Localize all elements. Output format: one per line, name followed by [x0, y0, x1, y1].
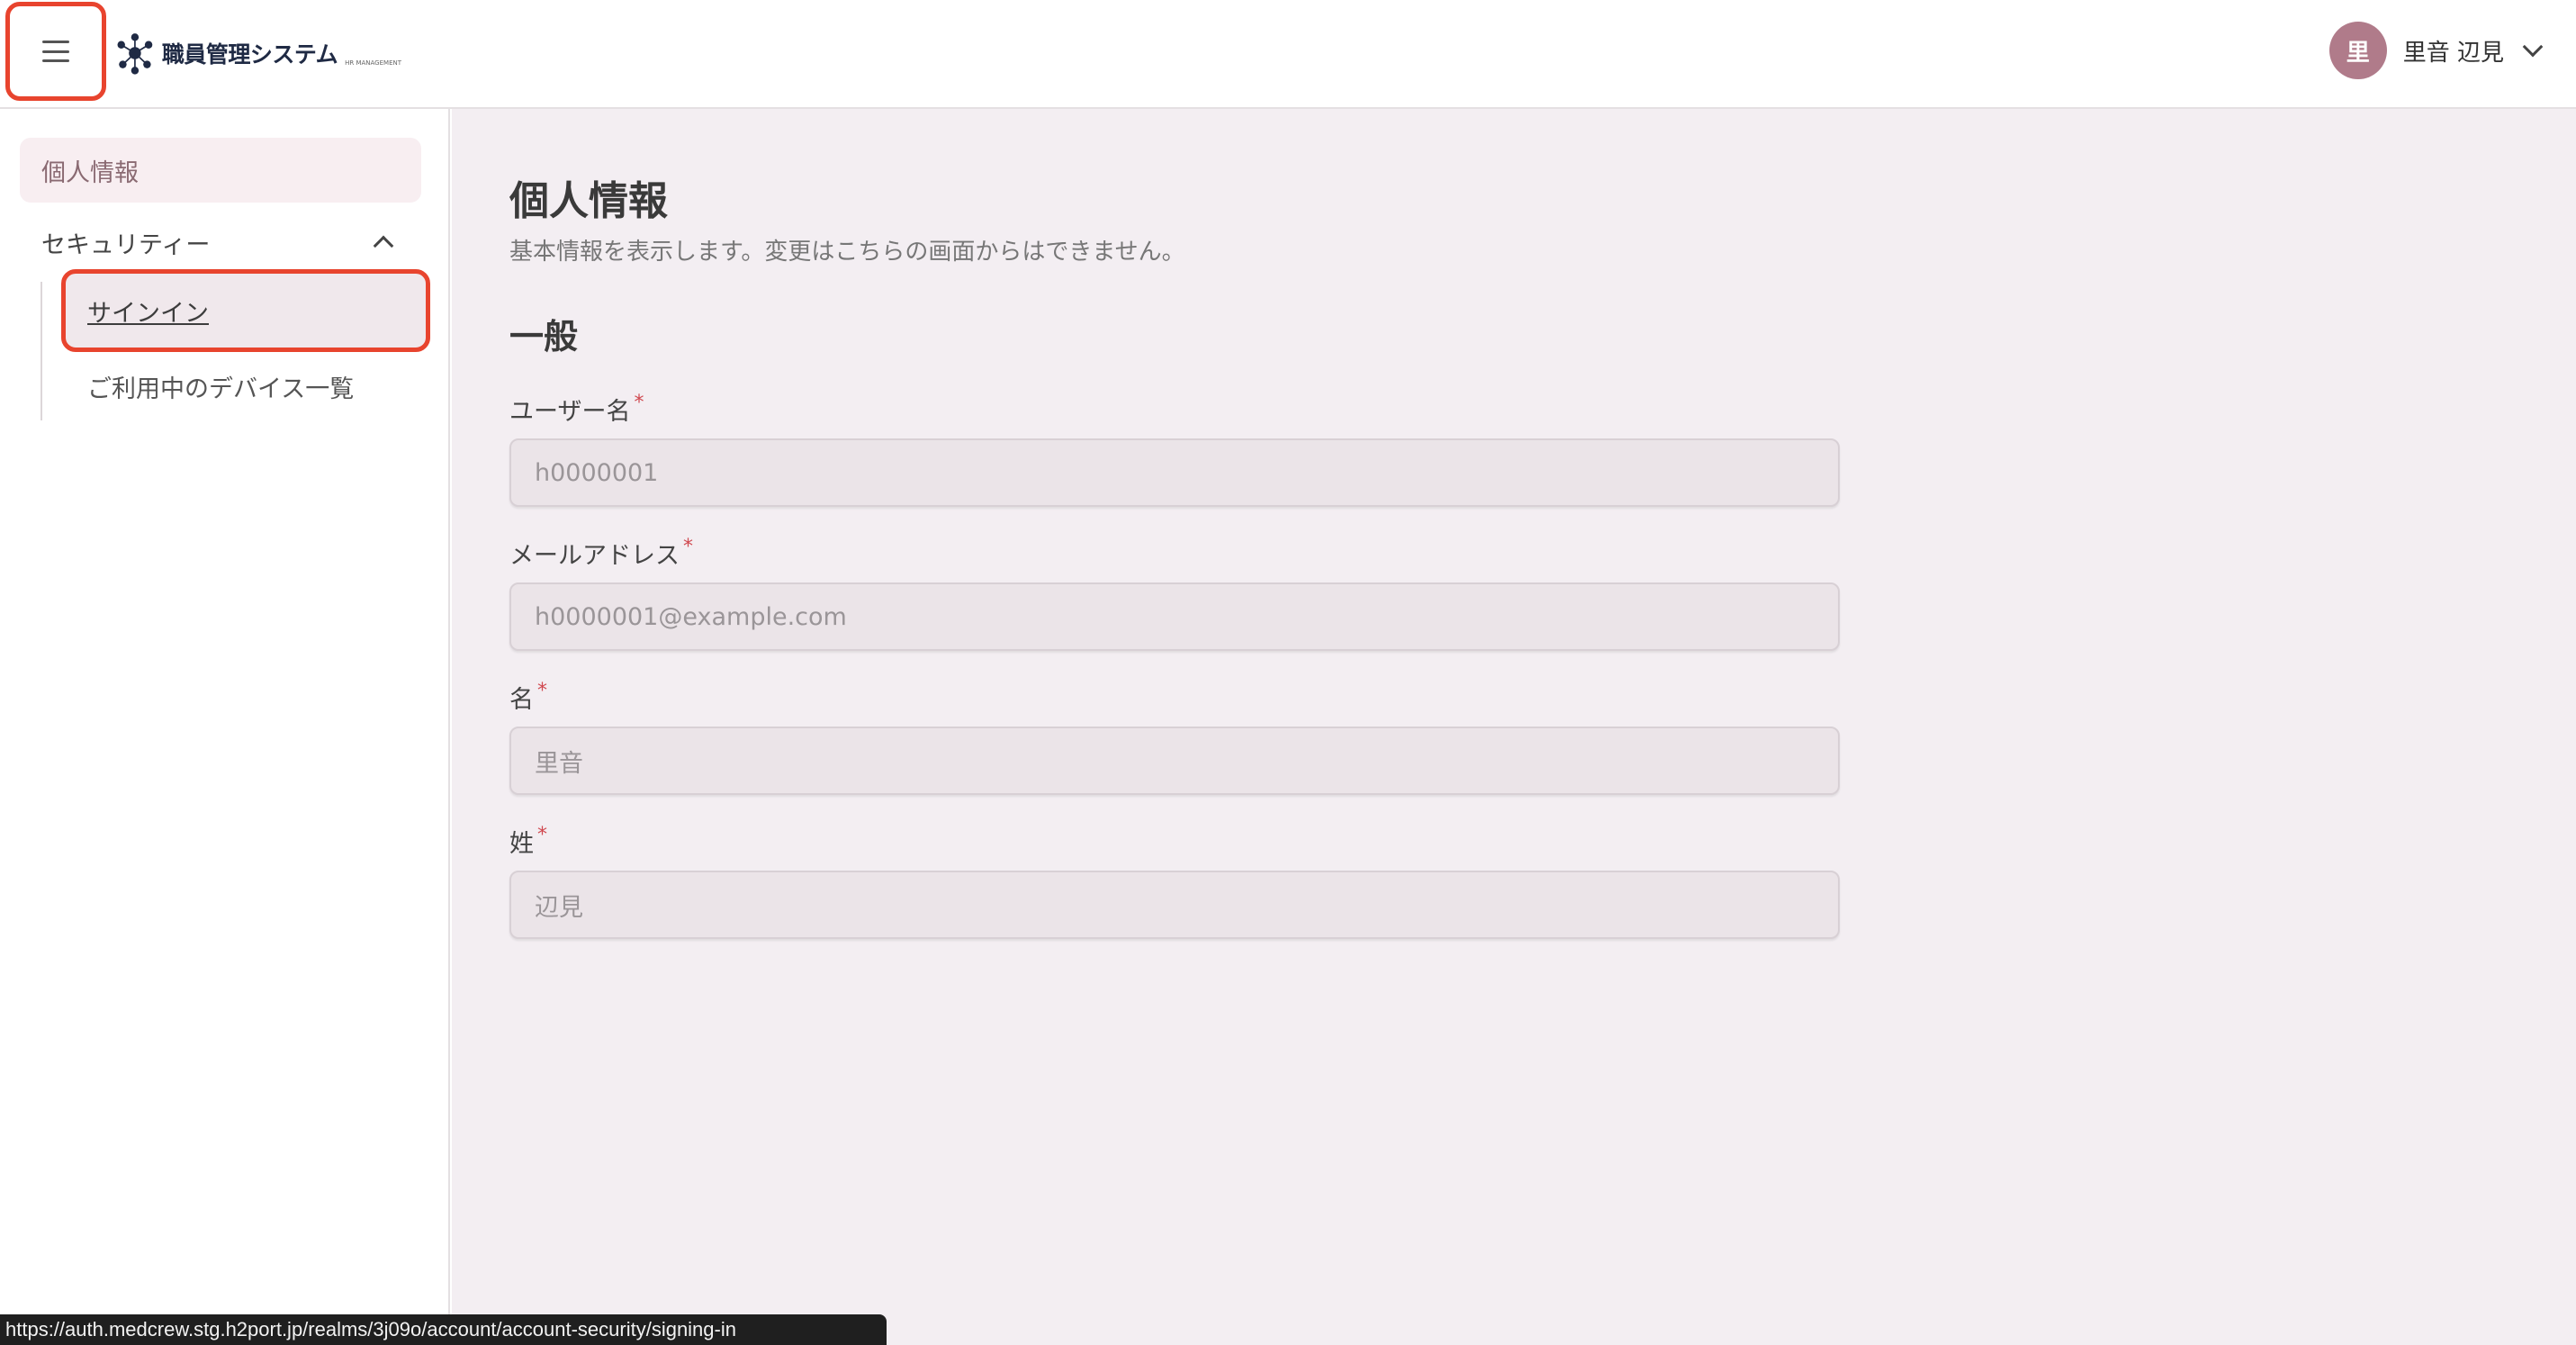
- required-mark: *: [537, 680, 547, 702]
- username-label: ユーザー名 *: [509, 392, 644, 427]
- first-name-field[interactable]: [509, 727, 1840, 795]
- chevron-up-icon: [373, 235, 394, 257]
- top-header: 職員管理システム HR MANAGEMENT 里 里音 辺見: [0, 0, 2576, 109]
- main-content: 個人情報 基本情報を表示します。変更はこちらの画面からはできません。 一般 ユー…: [452, 109, 2576, 1345]
- username-field[interactable]: [509, 438, 1840, 507]
- required-mark: *: [683, 536, 693, 558]
- last-name-label: 姓 *: [509, 824, 547, 859]
- sidebar-item-personal-info[interactable]: 個人情報: [20, 138, 421, 203]
- menu-toggle-button[interactable]: [5, 2, 106, 101]
- required-mark: *: [634, 392, 644, 414]
- username-label-text: ユーザー名: [509, 398, 631, 426]
- chevron-down-icon: [2522, 36, 2544, 58]
- status-url-bar: https://auth.medcrew.stg.h2port.jp/realm…: [0, 1314, 887, 1345]
- people-network-icon: [117, 33, 153, 75]
- user-menu[interactable]: 里 里音 辺見: [2328, 22, 2544, 79]
- sidebar-group-security[interactable]: セキュリティー: [20, 210, 421, 275]
- subnav-divider: [41, 282, 42, 420]
- first-name-label: 名 *: [509, 680, 547, 715]
- page-title: 個人情報: [509, 178, 668, 224]
- email-label: メールアドレス *: [509, 536, 693, 571]
- logo-text: 職員管理システム: [161, 41, 338, 68]
- sidebar-item-devices[interactable]: ご利用中のデバイス一覧: [61, 354, 430, 419]
- sidebar: 個人情報 セキュリティー サインイン ご利用中のデバイス一覧: [0, 109, 450, 1345]
- first-name-label-text: 名: [509, 686, 534, 714]
- logo-subtext: HR MANAGEMENT: [345, 59, 401, 67]
- last-name-field[interactable]: [509, 871, 1840, 939]
- email-field[interactable]: [509, 582, 1840, 651]
- avatar: 里: [2328, 22, 2387, 79]
- hamburger-icon: [42, 41, 69, 62]
- email-label-text: メールアドレス: [509, 542, 680, 570]
- section-title: 一般: [509, 317, 579, 357]
- page-description: 基本情報を表示します。変更はこちらの画面からはできません。: [509, 239, 1185, 266]
- required-mark: *: [537, 824, 547, 846]
- last-name-label-text: 姓: [509, 830, 534, 858]
- app-logo[interactable]: 職員管理システム HR MANAGEMENT: [115, 22, 401, 85]
- sidebar-group-label: セキュリティー: [41, 230, 211, 259]
- user-name: 里音 辺見: [2402, 39, 2504, 67]
- sidebar-item-signin[interactable]: サインイン: [61, 269, 430, 352]
